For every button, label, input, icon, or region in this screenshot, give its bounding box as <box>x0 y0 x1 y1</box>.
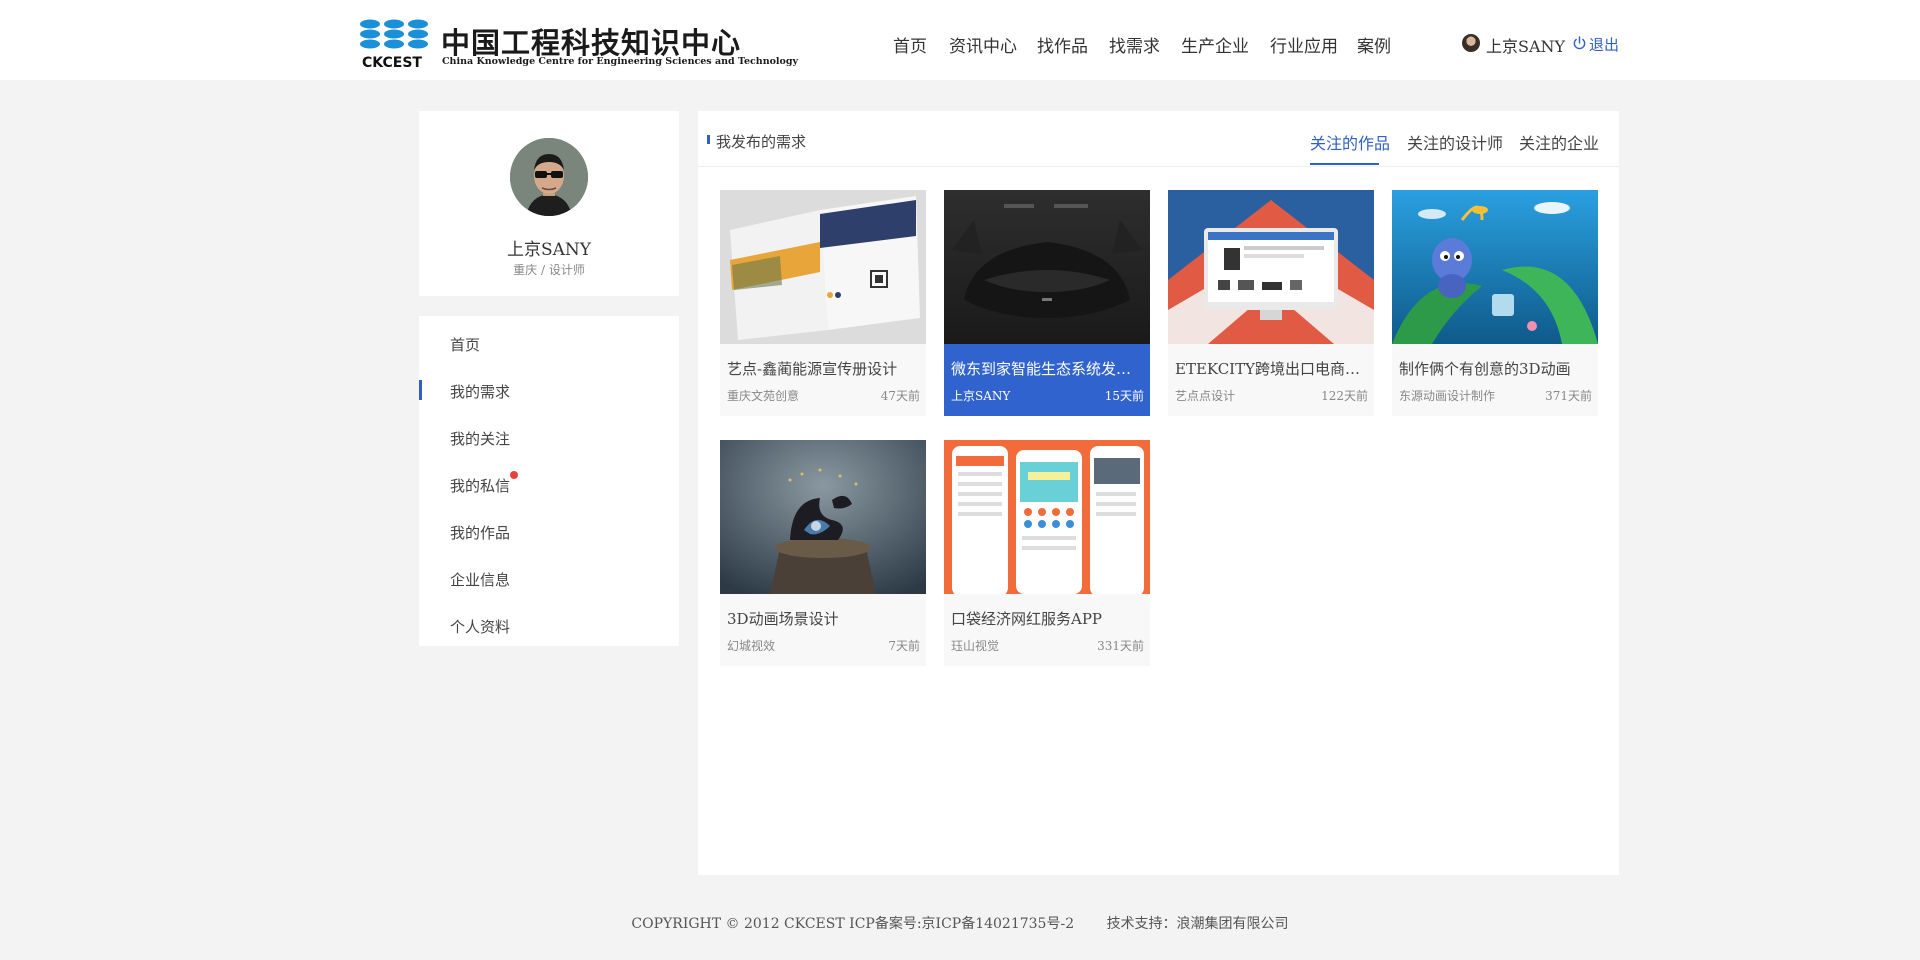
side-menu-my-works[interactable]: 我的作品 <box>419 508 679 548</box>
avatar[interactable] <box>510 138 588 216</box>
main-header: 我发布的需求 关注的作品 关注的设计师 关注的企业 <box>698 111 1619 167</box>
side-menu-my-follows[interactable]: 我的关注 <box>419 414 679 454</box>
nav-item-find-works[interactable]: 找作品 <box>1037 32 1088 57</box>
work-card[interactable]: 制作俩个有创意的3D动画 东源动画设计制作 371天前 <box>1392 190 1598 416</box>
side-menu: 首页 我的需求 我的关注 我的私信 我的作品 企业信息 个人资料 <box>419 316 679 646</box>
work-time: 331天前 <box>1097 639 1144 653</box>
work-thumbnail-car <box>944 190 1150 344</box>
work-time: 15天前 <box>1104 389 1144 403</box>
profile-location-role: 重庆 / 设计师 <box>513 263 585 277</box>
work-title: 微东到家智能生态系统发布会主视觉设计 <box>951 360 1145 378</box>
side-menu-home[interactable]: 首页 <box>419 320 679 360</box>
nav-item-home[interactable]: 首页 <box>893 32 927 57</box>
footer-copyright: COPYRIGHT © 2012 CKCEST ICP备案号:京ICP备1402… <box>631 916 1075 932</box>
side-menu-label: 个人资料 <box>450 618 511 636</box>
footer-support: 技术支持：浪潮集团有限公司 <box>1106 916 1289 932</box>
work-title: 口袋经济网红服务APP <box>951 610 1103 628</box>
work-thumbnail-phones <box>944 440 1150 594</box>
work-card[interactable]: 口袋经济网红服务APP 珏山视觉 331天前 <box>944 440 1150 666</box>
nav-item-cases[interactable]: 案例 <box>1357 32 1391 57</box>
side-menu-messages[interactable]: 我的私信 <box>419 461 679 501</box>
footer: COPYRIGHT © 2012 CKCEST ICP备案号:京ICP备1402… <box>0 913 1920 933</box>
work-thumbnail-monitor <box>1168 190 1374 344</box>
avatar-image <box>510 138 588 216</box>
work-author: 重庆文苑创意 <box>727 389 800 403</box>
work-title: 制作俩个有创意的3D动画 <box>1399 360 1571 378</box>
work-card[interactable]: ETEKCITY跨境出口电商平台 艺点点设计 122天前 <box>1168 190 1374 416</box>
work-card[interactable]: 3D动画场景设计 幻城视效 7天前 <box>720 440 926 666</box>
side-menu-label: 企业信息 <box>450 571 511 589</box>
work-author: 幻城视效 <box>727 639 776 653</box>
top-header: CKCEST 中国工程科技知识中心 China Knowledge Centre… <box>0 0 1920 80</box>
tab-followed-designers[interactable]: 关注的设计师 <box>1407 130 1503 154</box>
work-time: 122天前 <box>1321 389 1368 403</box>
work-time: 7天前 <box>888 639 920 653</box>
side-menu-label: 我的作品 <box>450 524 511 542</box>
section-title: 我发布的需求 <box>716 133 807 151</box>
main-panel: 我发布的需求 关注的作品 关注的设计师 关注的企业 艺点-鑫蔺能源宣传册设计 重… <box>698 111 1619 875</box>
work-card[interactable]: 微东到家智能生态系统发布会主视觉设计 上京SANY 15天前 <box>944 190 1150 416</box>
work-author: 上京SANY <box>951 389 1011 403</box>
site-logo[interactable]: CKCEST 中国工程科技知识中心 China Knowledge Centre… <box>358 18 798 72</box>
work-title: ETEKCITY跨境出口电商平台 <box>1175 360 1369 378</box>
work-author: 珏山视觉 <box>951 639 1000 653</box>
nav-item-industry[interactable]: 行业应用 <box>1270 32 1338 57</box>
work-time: 47天前 <box>880 389 920 403</box>
logout-label: 退出 <box>1589 36 1620 54</box>
work-time: 371天前 <box>1545 389 1592 403</box>
nav-item-manufacturers[interactable]: 生产企业 <box>1181 32 1249 57</box>
side-menu-company-info[interactable]: 企业信息 <box>419 555 679 595</box>
side-menu-label: 我的需求 <box>450 383 511 401</box>
tab-followed-companies[interactable]: 关注的企业 <box>1519 130 1599 154</box>
profile-name: 上京SANY <box>506 240 592 260</box>
work-thumbnail-bug <box>1392 190 1598 344</box>
active-tab-indicator <box>1310 163 1379 165</box>
nav-item-find-needs[interactable]: 找需求 <box>1109 32 1160 57</box>
side-menu-label: 首页 <box>450 336 481 354</box>
header-username: 上京SANY <box>1486 37 1566 56</box>
unread-badge <box>510 471 518 479</box>
side-menu-label: 我的关注 <box>450 430 511 448</box>
work-card[interactable]: 艺点-鑫蔺能源宣传册设计 重庆文苑创意 47天前 <box>720 190 926 416</box>
side-menu-my-needs[interactable]: 我的需求 <box>419 367 679 407</box>
side-menu-profile[interactable]: 个人资料 <box>419 602 679 642</box>
tab-followed-works[interactable]: 关注的作品 <box>1310 130 1390 154</box>
ckcest-logo-icon: CKCEST <box>360 19 428 71</box>
logo-subtitle: China Knowledge Centre for Engineering S… <box>442 56 799 67</box>
work-title: 3D动画场景设计 <box>727 610 839 628</box>
work-thumbnail-sculpture <box>720 440 926 594</box>
profile-card: 上京SANY 重庆 / 设计师 <box>419 111 679 296</box>
nav-item-news[interactable]: 资讯中心 <box>949 32 1017 57</box>
work-title: 艺点-鑫蔺能源宣传册设计 <box>727 360 898 378</box>
work-author: 东源动画设计制作 <box>1399 389 1496 403</box>
power-icon <box>1573 36 1586 50</box>
side-menu-label: 我的私信 <box>450 477 511 495</box>
header-avatar <box>1462 34 1480 52</box>
section-marker <box>707 135 710 144</box>
work-thumbnail-brochure <box>720 190 926 344</box>
logo-mark-text: CKCEST <box>362 55 422 71</box>
work-author: 艺点点设计 <box>1175 389 1236 403</box>
